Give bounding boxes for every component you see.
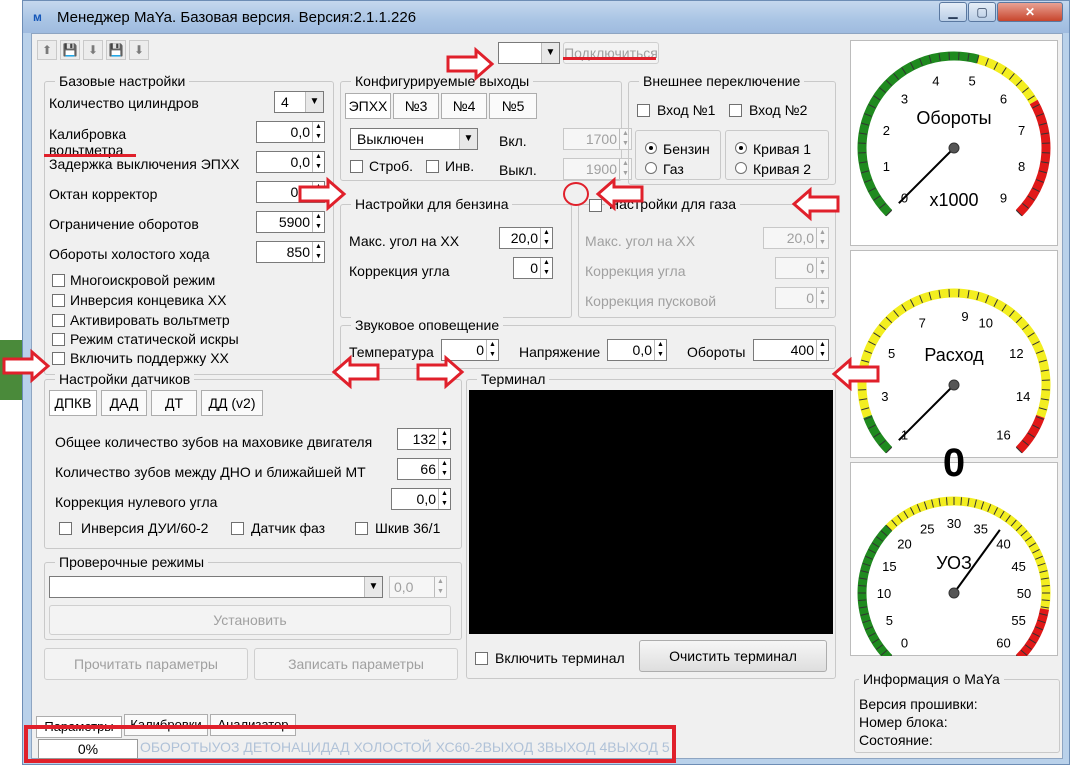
annotation-arrow-port (446, 46, 495, 82)
annotation-arrow-left (2, 348, 51, 384)
annotation-arrow-gas-checkbox (595, 176, 644, 212)
annotation-arrow-gas-title (791, 186, 840, 222)
annotation-arrow-octane (298, 176, 347, 212)
annotation-arrow-sensors (331, 354, 380, 390)
annotation-arrows (2, 46, 880, 392)
annotation-arrow-flow (831, 356, 880, 392)
annotation-arrow-terminal (416, 354, 465, 390)
